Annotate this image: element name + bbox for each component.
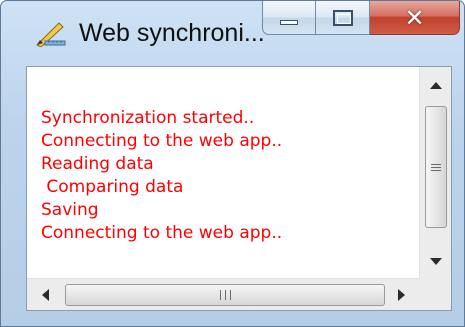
log-text-area[interactable]: Synchronization started.. Connecting to … — [27, 67, 420, 280]
caption-buttons: ✕ — [262, 1, 460, 49]
scroll-up-button[interactable] — [420, 69, 452, 101]
arrow-right-icon — [398, 289, 405, 301]
log-line: Connecting to the web app.. — [41, 131, 283, 151]
window-title: Web synchroni... — [79, 19, 265, 47]
title-bar[interactable]: Web synchroni... ✕ — [1, 1, 464, 65]
arrow-up-icon — [430, 82, 442, 89]
scroll-right-button[interactable] — [386, 279, 418, 311]
log-line: Synchronization started.. — [41, 108, 255, 128]
maximize-icon — [332, 9, 353, 26]
pencil-ruler-icon — [35, 19, 67, 48]
close-button[interactable]: ✕ — [370, 1, 460, 35]
horizontal-scroll-thumb[interactable] — [65, 284, 385, 306]
minimize-icon — [280, 20, 298, 25]
vertical-scrollbar[interactable] — [419, 67, 451, 280]
log-line: Comparing data — [41, 177, 184, 197]
scroll-left-button[interactable] — [29, 279, 61, 311]
scrollbar-corner — [419, 278, 451, 310]
maximize-button[interactable] — [316, 1, 370, 35]
app-window: Web synchroni... ✕ Synchronization start… — [0, 0, 465, 327]
horizontal-scrollbar[interactable] — [27, 278, 420, 310]
log-line: Connecting to the web app.. — [41, 223, 283, 243]
scroll-down-button[interactable] — [420, 246, 452, 278]
log-panel: Synchronization started.. Connecting to … — [26, 66, 452, 311]
close-icon: ✕ — [404, 3, 425, 32]
arrow-left-icon — [42, 289, 49, 301]
arrow-down-icon — [430, 258, 442, 265]
log-line: Saving — [41, 200, 99, 220]
grip-icon — [431, 162, 441, 173]
vertical-scroll-thumb[interactable] — [425, 106, 447, 228]
grip-icon — [218, 290, 233, 300]
log-line: Reading data — [41, 154, 154, 174]
minimize-button[interactable] — [262, 1, 316, 35]
